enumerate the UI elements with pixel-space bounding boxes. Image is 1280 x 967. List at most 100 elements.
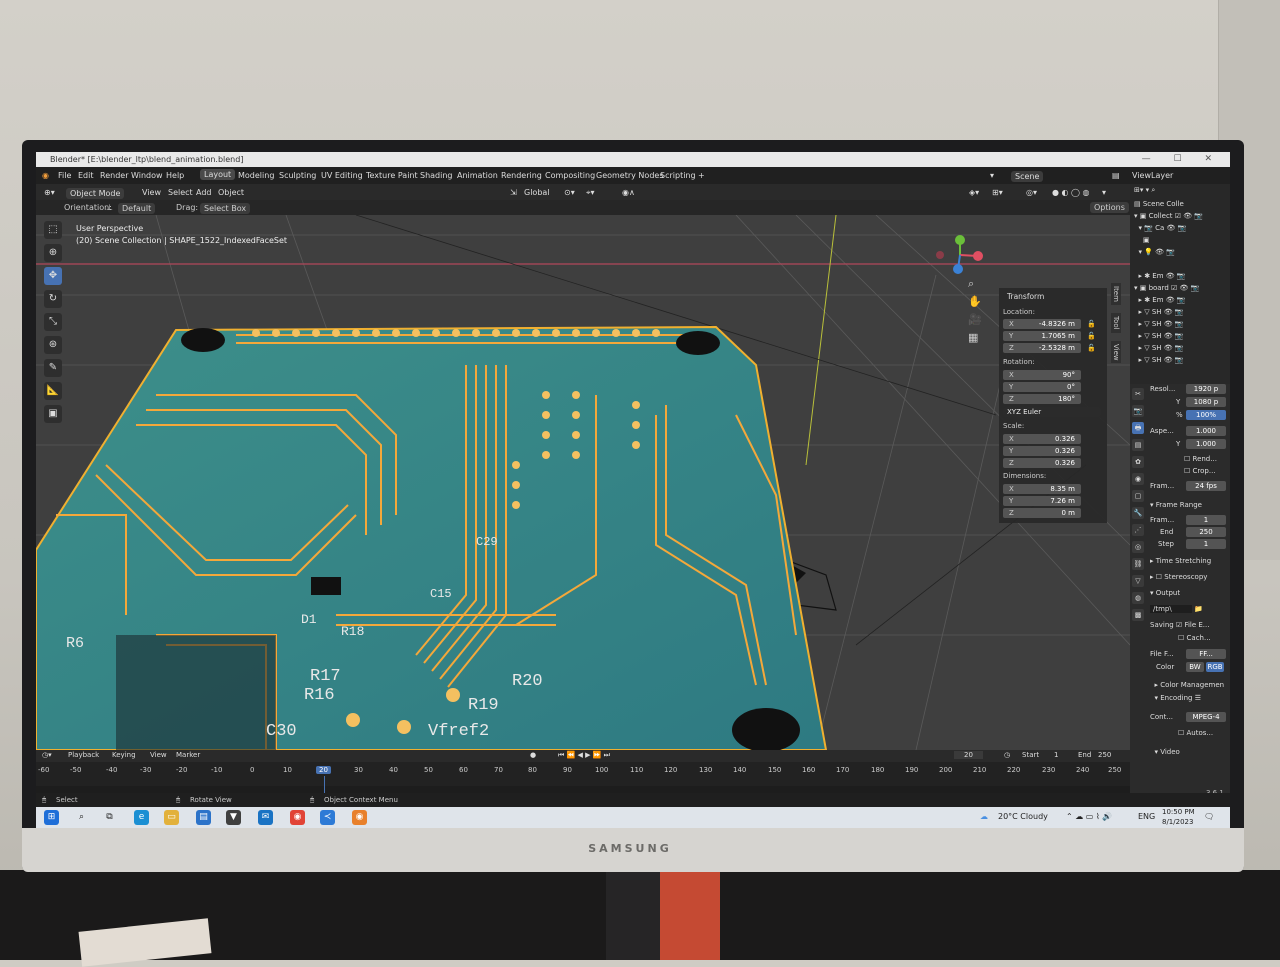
cache-checkbox[interactable]: ☐ Cach... — [1150, 633, 1228, 644]
data-tab-icon[interactable]: ▽ — [1132, 575, 1144, 587]
location-z-field[interactable]: Z -2.5328 m — [1003, 343, 1081, 353]
mail-icon[interactable]: ✉ — [258, 810, 273, 825]
current-frame-field[interactable]: 20 — [954, 751, 983, 759]
menu-file[interactable]: File — [58, 171, 71, 180]
drag-selector[interactable]: Select Box — [200, 203, 251, 214]
tray-icons[interactable]: ⌃ ☁ ▭ ⌇ 🔊 — [1066, 812, 1112, 821]
frame-range-header[interactable]: ▾ Frame Range — [1150, 500, 1228, 511]
tab-texture-paint[interactable]: Texture Paint — [366, 171, 418, 180]
timeline[interactable]: -60 -50 -40 -30 -20 -10 0 10 20 30 40 50… — [36, 762, 1130, 794]
scene-tab-icon[interactable]: ✿ — [1132, 456, 1144, 468]
window-controls[interactable]: — ☐ ✕ — [1142, 152, 1222, 167]
constraints-tab-icon[interactable]: ⛓ — [1132, 558, 1144, 570]
file-ext-checkbox[interactable]: Saving ☑ File E... — [1150, 620, 1228, 631]
resolution-y-field[interactable]: 1080 p — [1186, 397, 1226, 407]
world-tab-icon[interactable]: ◉ — [1132, 473, 1144, 485]
outliner-item[interactable]: ▸ ▽ SH 👁 📷 — [1134, 354, 1228, 366]
aspect-y-field[interactable]: 1.000 — [1186, 439, 1226, 449]
tab-layout[interactable]: Layout — [200, 169, 236, 180]
physics-tab-icon[interactable]: ◎ — [1132, 541, 1144, 553]
menu-window[interactable]: Window — [131, 171, 163, 180]
header-view-menu[interactable]: View — [142, 188, 161, 197]
transform-title[interactable]: Transform — [1007, 292, 1044, 301]
container-select[interactable]: MPEG-4 — [1186, 712, 1226, 722]
store-icon[interactable]: ▤ — [196, 810, 211, 825]
outliner-item[interactable]: ▸ ▽ SH 👁 📷 — [1134, 306, 1228, 318]
tab-tool[interactable]: Tool — [1111, 312, 1121, 333]
output-tab-icon[interactable]: 🖶 — [1132, 422, 1144, 434]
dimensions-y-field[interactable]: Y 7.26 m — [1003, 496, 1081, 506]
frame-rate-select[interactable]: 24 fps — [1186, 481, 1226, 491]
tab-view[interactable]: View — [1111, 340, 1121, 364]
scale-tool-icon[interactable]: ⤡ — [44, 313, 62, 331]
rotation-y-field[interactable]: Y 0° — [1003, 382, 1081, 392]
tab-modeling[interactable]: Modeling — [238, 171, 274, 180]
crop-checkbox[interactable]: ☐ Crop... — [1150, 466, 1228, 477]
header-add-menu[interactable]: Add — [196, 188, 212, 197]
lock-icon[interactable]: 🔓 — [1087, 320, 1096, 328]
mode-selector[interactable]: Object Mode — [66, 188, 125, 199]
header-object-menu[interactable]: Object — [218, 188, 244, 197]
tool-tab-icon[interactable]: ✂ — [1132, 388, 1144, 400]
dimensions-z-field[interactable]: Z0 m — [1003, 508, 1081, 518]
outliner-search[interactable]: ⊞▾ ▾ ⌕ — [1134, 184, 1228, 196]
transform-space-selector[interactable]: Global — [524, 188, 550, 197]
resolution-x-field[interactable]: 1920 p — [1186, 384, 1226, 394]
add-cube-tool-icon[interactable]: ▣ — [44, 405, 62, 423]
blender-taskbar-icon[interactable]: ◉ — [352, 810, 367, 825]
stereoscopy-header[interactable]: ▸ ☐ Stereoscopy — [1150, 572, 1228, 583]
view-layer-tab-icon[interactable]: ▤ — [1132, 439, 1144, 451]
clock-date[interactable]: 8/1/2023 — [1162, 818, 1193, 826]
menu-render[interactable]: Render — [100, 171, 128, 180]
scale-z-field[interactable]: Z 0.326 — [1003, 458, 1081, 468]
menu-help[interactable]: Help — [166, 171, 184, 180]
ortho-grid-icon[interactable]: ▦ — [968, 329, 982, 347]
timeline-playback-menu[interactable]: Playback — [68, 751, 99, 759]
scale-y-field[interactable]: Y 0.326 — [1003, 446, 1081, 456]
end-field[interactable]: 250 — [1098, 751, 1111, 759]
location-y-field[interactable]: Y 1.7065 m — [1003, 331, 1081, 341]
blender-logo-icon[interactable]: ◉ — [42, 171, 49, 180]
file-format-select[interactable]: FF... — [1186, 649, 1226, 659]
rotation-z-field[interactable]: Z 180° — [1003, 394, 1081, 404]
color-bw-button[interactable]: BW — [1186, 662, 1204, 672]
shading-solid-icon[interactable]: ● ◐ ◯ ◍ — [1052, 188, 1090, 197]
outliner-item[interactable]: ▸ ✱ Em 👁 📷 — [1134, 270, 1228, 282]
location-x-field[interactable]: X -4.8326 m — [1003, 319, 1081, 329]
outliner-item[interactable]: ▾ 📷 Ca 👁 📷 — [1134, 222, 1228, 234]
timeline-view-menu[interactable]: View — [150, 751, 167, 759]
vscode-icon[interactable]: ≺ — [320, 810, 335, 825]
modifier-tab-icon[interactable]: 🔧 — [1132, 507, 1144, 519]
3d-viewport[interactable]: R6 D1 R18 R17 R16 C30 R19 R20 Vfref2 C29… — [36, 215, 1130, 750]
tab-rendering[interactable]: Rendering — [501, 171, 542, 180]
tab-compositing[interactable]: Compositing — [545, 171, 595, 180]
gizmo-toggle-icon[interactable]: ⊞▾ — [992, 188, 1003, 197]
options-button[interactable]: Options — [1090, 202, 1129, 213]
frame-start-field[interactable]: 1 — [1186, 515, 1226, 525]
playhead-label[interactable]: 20 — [316, 766, 331, 774]
outliner-item[interactable]: ▣ — [1134, 234, 1228, 246]
editor-type-icon[interactable]: ⊕▾ — [44, 188, 55, 197]
frame-step-field[interactable]: 1 — [1186, 539, 1226, 549]
tab-animation[interactable]: Animation — [457, 171, 498, 180]
scale-x-field[interactable]: X 0.326 — [1003, 434, 1081, 444]
outliner-item[interactable]: ▾ ▣ Collect ☑ 👁 📷 — [1134, 210, 1228, 222]
encoding-header[interactable]: ▾ Encoding ☰ — [1150, 693, 1228, 704]
edge-browser-icon[interactable]: e — [134, 810, 149, 825]
task-view-icon[interactable]: ⧉ — [102, 810, 117, 825]
annotate-tool-icon[interactable]: ✎ — [44, 359, 62, 377]
rotation-x-field[interactable]: X 90° — [1003, 370, 1081, 380]
frame-end-field[interactable]: 250 — [1186, 527, 1226, 537]
record-icon[interactable]: ● — [530, 751, 536, 759]
camera-view-icon[interactable]: 🎥 — [968, 311, 982, 329]
rotate-tool-icon[interactable]: ↻ — [44, 290, 62, 308]
outliner-item[interactable]: ▸ ▽ SH 👁 📷 — [1134, 342, 1228, 354]
outliner-item[interactable]: ▸ ▽ SH 👁 📷 — [1134, 318, 1228, 330]
preview-range-icon[interactable]: ◷ — [1004, 751, 1010, 759]
video-header[interactable]: ▾ Video — [1150, 747, 1228, 758]
tab-scripting[interactable]: Scripting — [660, 171, 696, 180]
tab-shading[interactable]: Shading — [420, 171, 453, 180]
outliner-item[interactable]: ▸ ✱ Em 👁 📷 — [1134, 294, 1228, 306]
output-header[interactable]: ▾ Output — [1150, 588, 1228, 599]
tab-item[interactable]: Item — [1111, 283, 1121, 305]
